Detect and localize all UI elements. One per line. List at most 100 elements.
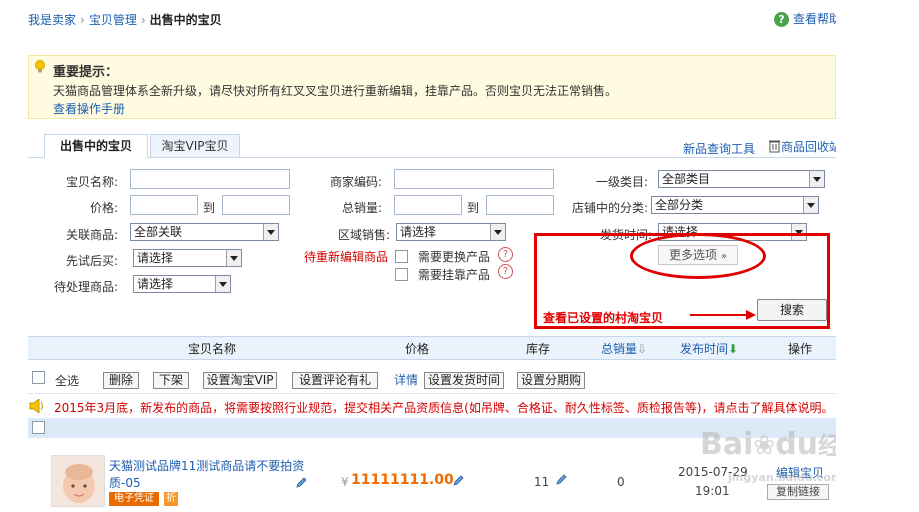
product-image[interactable] <box>51 455 105 507</box>
annotation-text: 查看已设置的村淘宝贝 <box>543 311 664 325</box>
help-icon: ? <box>774 12 789 27</box>
region-sale-value: 请选择 <box>400 225 437 239</box>
item-name-label: 宝贝名称: <box>65 175 118 189</box>
region-sale-label: 区域销售: <box>337 228 390 242</box>
th-price: 价格 <box>405 342 430 356</box>
paw-icon: ❀ <box>753 431 776 461</box>
sales-min-input[interactable] <box>394 195 462 215</box>
pencil-icon[interactable] <box>555 473 568 486</box>
discount-badge: 折 <box>164 492 178 506</box>
chevron-down-icon <box>803 197 818 213</box>
merchant-code-label: 商家编码: <box>329 175 382 189</box>
pending-reedit-label: 待重新编辑商品 <box>304 250 389 264</box>
delete-button[interactable]: 删除 <box>103 372 139 389</box>
chevron-down-icon <box>809 171 824 187</box>
set-review-button[interactable]: 设置评论有礼 <box>292 372 378 389</box>
price-max-input[interactable] <box>222 195 290 215</box>
help-icon[interactable]: ? <box>498 247 513 262</box>
detail-link[interactable]: 详情 <box>394 371 418 388</box>
product-stock: 11 <box>534 475 550 489</box>
region-sale-select[interactable]: 请选择 <box>396 223 506 241</box>
arrow-right-icon <box>746 310 756 320</box>
chevron-down-icon <box>215 276 230 292</box>
need-attach-label: 需要挂靠产品 <box>418 268 491 282</box>
try-first-select[interactable]: 请选择 <box>133 249 242 267</box>
tab-vip[interactable]: 淘宝VIP宝贝 <box>150 134 240 158</box>
th-total-sales-label: 总销量 <box>601 342 638 356</box>
pending-items-select[interactable]: 请选择 <box>133 275 231 293</box>
delist-button[interactable]: 下架 <box>153 372 189 389</box>
set-installment-button[interactable]: 设置分期购 <box>517 372 585 389</box>
price-label: 价格: <box>89 201 118 215</box>
breadcrumb-sep: › <box>140 13 146 27</box>
th-total-sales[interactable]: 总销量⇩ <box>601 340 647 357</box>
currency-symbol: ¥ <box>341 475 349 489</box>
notice-title: 重要提示： <box>53 65 119 80</box>
warning-bar: 2015年3月底，新发布的商品，将需要按照行业规范，提交相关产品资质信息(如吊牌… <box>28 393 836 417</box>
try-first-label: 先试后买: <box>65 254 118 268</box>
sales-max-input[interactable] <box>486 195 554 215</box>
price-min-input[interactable] <box>130 195 198 215</box>
set-ship-time-button[interactable]: 设置发货时间 <box>424 372 504 389</box>
category1-label: 一级类目: <box>595 175 648 189</box>
pending-items-value: 请选择 <box>137 277 174 291</box>
product-sales: 0 <box>617 475 625 489</box>
copy-link-button[interactable]: 复制链接 <box>767 484 829 500</box>
price-to-label: 到 <box>202 201 215 215</box>
baby-photo-icon <box>52 456 104 506</box>
th-action: 操作 <box>788 342 813 356</box>
breadcrumb-current: 出售中的宝贝 <box>149 13 222 27</box>
annotation-arrow-line <box>690 314 748 316</box>
pencil-icon[interactable] <box>452 474 465 487</box>
category1-select[interactable]: 全部类目 <box>658 170 825 188</box>
row-select-all-checkbox[interactable] <box>32 421 45 434</box>
related-label: 关联商品: <box>65 228 118 242</box>
need-replace-checkbox[interactable] <box>395 250 408 263</box>
merchant-code-input[interactable] <box>394 169 554 189</box>
total-sales-label: 总销量: <box>341 201 382 215</box>
e-voucher-badge: 电子凭证 <box>109 492 159 506</box>
set-vip-button[interactable]: 设置淘宝VIP <box>203 372 277 389</box>
chevron-down-icon <box>226 250 241 266</box>
notice-text: 天猫商品管理体系全新升级，请尽快对所有红叉叉宝贝进行重新编辑，挂靠产品。否则宝贝… <box>53 84 618 98</box>
watermark-brand2: du <box>775 427 819 462</box>
warning-text[interactable]: 2015年3月底，新发布的商品，将需要按照行业规范，提交相关产品资质信息(如吊牌… <box>54 399 834 416</box>
lightbulb-icon <box>35 60 45 73</box>
help-link[interactable]: ? 查看帮助 <box>774 10 841 27</box>
help-icon[interactable]: ? <box>498 264 513 279</box>
recycle-label: 商品回收站 <box>781 140 842 154</box>
speaker-icon <box>29 399 43 413</box>
pencil-icon[interactable] <box>295 476 308 489</box>
chevron-down-icon <box>490 224 505 240</box>
select-all-label: 全选 <box>55 374 80 388</box>
new-product-query-link[interactable]: 新品查询工具 <box>683 140 755 157</box>
related-value: 全部关联 <box>134 225 183 239</box>
highlight-ellipse <box>630 233 766 279</box>
th-stock: 库存 <box>526 342 551 356</box>
help-label: 查看帮助 <box>793 12 842 26</box>
shop-category-select[interactable]: 全部分类 <box>651 196 819 214</box>
pending-items-label: 待处理商品: <box>53 280 118 294</box>
search-button[interactable]: 搜索 <box>757 299 827 321</box>
product-title-line2[interactable]: 质-05 <box>109 474 141 491</box>
recycle-link[interactable]: 商品回收站 <box>768 138 841 155</box>
select-all-checkbox[interactable] <box>32 371 45 384</box>
need-replace-label: 需要更换产品 <box>418 250 491 264</box>
notice-manual-link[interactable]: 查看操作手册 <box>53 100 125 117</box>
watermark-brand: Bai <box>700 427 754 462</box>
need-attach-checkbox[interactable] <box>395 268 408 281</box>
sales-to-label: 到 <box>466 201 479 215</box>
breadcrumb-seller[interactable]: 我是卖家 <box>28 13 76 27</box>
watermark-url: jingyan.baidu.com <box>728 471 843 484</box>
try-first-value: 请选择 <box>137 251 174 265</box>
item-name-input[interactable] <box>130 169 290 189</box>
product-title-line1[interactable]: 天猫测试品牌11测试商品请不要拍资 <box>109 457 304 474</box>
product-time: 19:01 <box>695 484 730 498</box>
th-publish-time[interactable]: 发布时间⬇ <box>680 340 738 357</box>
related-select[interactable]: 全部关联 <box>130 223 279 241</box>
breadcrumb-item-manage[interactable]: 宝贝管理 <box>89 13 137 27</box>
tab-on-sale[interactable]: 出售中的宝贝 <box>44 134 148 158</box>
trash-icon <box>769 140 780 153</box>
breadcrumb-sep: › <box>80 13 85 27</box>
sort-down-icon: ⬇ <box>728 342 739 356</box>
